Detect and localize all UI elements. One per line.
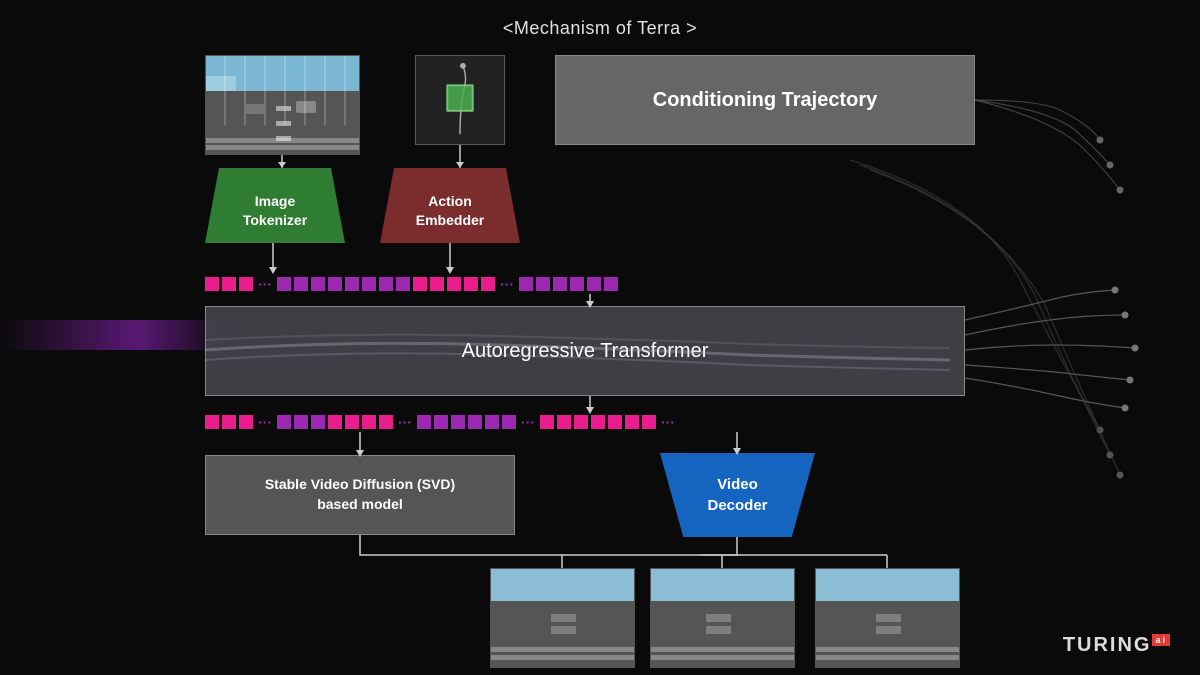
- token: [362, 277, 376, 291]
- transformer-box: Autoregressive Transformer: [205, 306, 965, 396]
- token: [608, 415, 622, 429]
- page-title: <Mechanism of Terra >: [0, 18, 1200, 39]
- token: [570, 277, 584, 291]
- token: [574, 415, 588, 429]
- token: [311, 277, 325, 291]
- token: [502, 415, 516, 429]
- token: [434, 415, 448, 429]
- token: [604, 277, 618, 291]
- turing-ai-badge: ai: [1152, 634, 1170, 646]
- token-row-top: ··· ···: [205, 274, 965, 294]
- token: [468, 415, 482, 429]
- token: [447, 277, 461, 291]
- token: [587, 277, 601, 291]
- token: [379, 415, 393, 429]
- output-frame-2: [650, 568, 795, 668]
- token: [205, 415, 219, 429]
- token: [430, 277, 444, 291]
- token: [379, 277, 393, 291]
- token: [345, 415, 359, 429]
- token: [294, 415, 308, 429]
- token: [328, 415, 342, 429]
- token-dots: ···: [659, 414, 677, 430]
- token-dots: ···: [396, 414, 414, 430]
- token: [557, 415, 571, 429]
- token-dots: ···: [498, 276, 516, 292]
- token: [328, 277, 342, 291]
- token: [417, 415, 431, 429]
- token-dots: ···: [256, 276, 274, 292]
- token: [277, 277, 291, 291]
- token: [396, 277, 410, 291]
- token-dots: ···: [519, 414, 537, 430]
- token: [222, 415, 236, 429]
- token: [294, 277, 308, 291]
- token: [311, 415, 325, 429]
- video-decoder-box: VideoDecoder: [660, 453, 815, 537]
- token-dots: ···: [256, 414, 274, 430]
- image-tokenizer-box: ImageTokenizer: [205, 168, 345, 243]
- conditioning-trajectory-box: Conditioning Trajectory: [555, 55, 975, 145]
- token: [413, 277, 427, 291]
- token: [642, 415, 656, 429]
- token: [239, 277, 253, 291]
- road-image: [205, 55, 360, 155]
- token: [451, 415, 465, 429]
- output-frame-3: [815, 568, 960, 668]
- token: [481, 277, 495, 291]
- output-frame-1: [490, 568, 635, 668]
- token: [540, 415, 554, 429]
- token: [277, 415, 291, 429]
- token: [239, 415, 253, 429]
- action-embedder-box: ActionEmbedder: [380, 168, 520, 243]
- token: [625, 415, 639, 429]
- purple-glow: [0, 320, 230, 350]
- token: [536, 277, 550, 291]
- token: [553, 277, 567, 291]
- token: [205, 277, 219, 291]
- token: [345, 277, 359, 291]
- token: [519, 277, 533, 291]
- token: [222, 277, 236, 291]
- token: [485, 415, 499, 429]
- action-image: [415, 55, 505, 145]
- turing-logo: TURINGai: [1063, 634, 1170, 657]
- token: [362, 415, 376, 429]
- token: [591, 415, 605, 429]
- svd-box: Stable Video Diffusion (SVD)based model: [205, 455, 515, 535]
- token-row-bottom: ··· ··· ··· ···: [205, 412, 1145, 432]
- token: [464, 277, 478, 291]
